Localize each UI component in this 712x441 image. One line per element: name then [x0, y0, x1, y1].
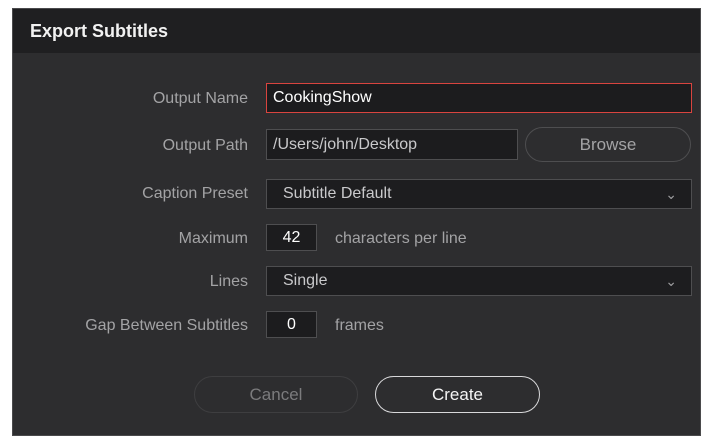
- maximum-input[interactable]: 42: [266, 224, 317, 251]
- gap-input[interactable]: 0: [266, 311, 317, 338]
- maximum-suffix: characters per line: [335, 230, 467, 247]
- chevron-down-icon: ⌄: [665, 272, 677, 289]
- cancel-button[interactable]: Cancel: [194, 376, 358, 413]
- caption-preset-select[interactable]: Subtitle Default ⌄: [266, 179, 692, 209]
- create-button[interactable]: Create: [375, 376, 540, 413]
- output-name-label: Output Name: [152, 90, 248, 107]
- output-path-input[interactable]: /Users/john/Desktop: [266, 129, 518, 160]
- lines-label: Lines: [209, 273, 248, 290]
- lines-value: Single: [283, 272, 328, 289]
- maximum-label: Maximum: [178, 230, 248, 247]
- caption-preset-value: Subtitle Default: [283, 185, 392, 202]
- output-path-label: Output Path: [162, 137, 248, 154]
- chevron-down-icon: ⌄: [665, 185, 677, 202]
- browse-button[interactable]: Browse: [525, 127, 691, 162]
- export-subtitles-dialog: Export Subtitles Output Name CookingShow…: [12, 8, 701, 436]
- lines-select[interactable]: Single ⌄: [266, 266, 692, 296]
- dialog-title: Export Subtitles: [30, 20, 169, 41]
- dialog-titlebar: Export Subtitles: [13, 9, 700, 53]
- output-name-input[interactable]: CookingShow: [266, 83, 692, 113]
- caption-preset-label: Caption Preset: [142, 185, 248, 202]
- gap-suffix: frames: [335, 317, 384, 334]
- gap-label: Gap Between Subtitles: [85, 317, 248, 334]
